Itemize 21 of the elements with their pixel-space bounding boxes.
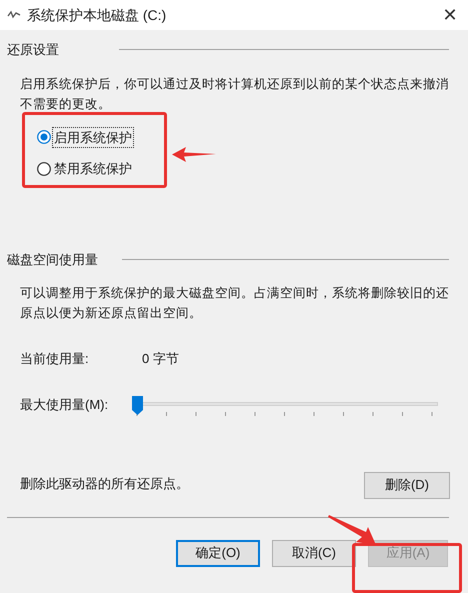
app-icon <box>7 10 21 20</box>
current-usage-value: 0 字节 <box>142 350 179 368</box>
section-heading: 还原设置 <box>7 41 59 59</box>
annotation-arrow <box>328 515 376 545</box>
delete-button[interactable]: 删除(D) <box>364 472 450 498</box>
delete-description: 删除此驱动器的所有还原点。 <box>20 474 190 492</box>
current-usage-label: 当前使用量: <box>20 350 90 368</box>
slider-thumb[interactable] <box>132 396 143 414</box>
max-usage-label: 最大使用量(M): <box>20 396 110 414</box>
dialog-button[interactable]: 确定(O) <box>176 540 260 566</box>
description: 可以调整用于系统保护的最大磁盘空间。占满空间时，系统将删除较旧的还原点以便为新还原点留出空间。 <box>20 285 450 322</box>
section-heading: 磁盘空间使用量 <box>7 250 98 268</box>
radio-label[interactable]: 启用系统保护 <box>53 128 133 147</box>
annotation-arrow <box>172 147 216 162</box>
close-button[interactable]: ✕ <box>435 0 465 30</box>
description: 启用系统保护后，你可以通过及时将计算机还原到以前的某个状态点来撤消不需要的更改。 <box>20 76 450 112</box>
dialog-button[interactable]: 取消(C) <box>272 540 356 566</box>
radio-button[interactable] <box>37 162 51 176</box>
window-title: 系统保护本地磁盘 (C:) <box>27 6 166 25</box>
radio-label[interactable]: 禁用系统保护 <box>53 159 133 178</box>
radio-button[interactable] <box>37 130 51 144</box>
